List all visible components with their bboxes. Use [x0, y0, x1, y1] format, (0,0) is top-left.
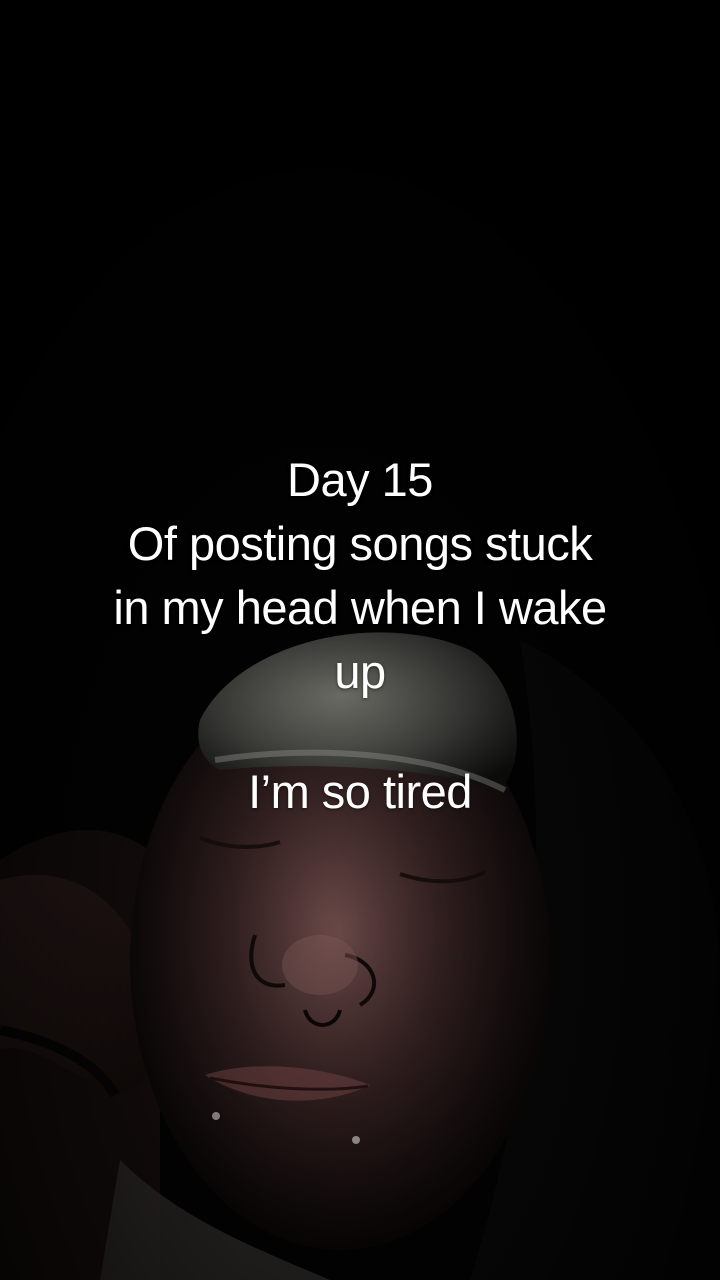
video-frame: Day 15 Of posting songs stuck in my head… [0, 0, 720, 1280]
caption-overlay: Day 15 Of posting songs stuck in my head… [40, 448, 680, 824]
caption-line-3: in my head when I wake [113, 581, 607, 634]
caption-line-4: up [334, 645, 386, 698]
caption-line-2: Of posting songs stuck [127, 517, 593, 570]
caption-line-1: Day 15 [287, 453, 433, 506]
caption-closing-line: I’m so tired [248, 765, 472, 818]
